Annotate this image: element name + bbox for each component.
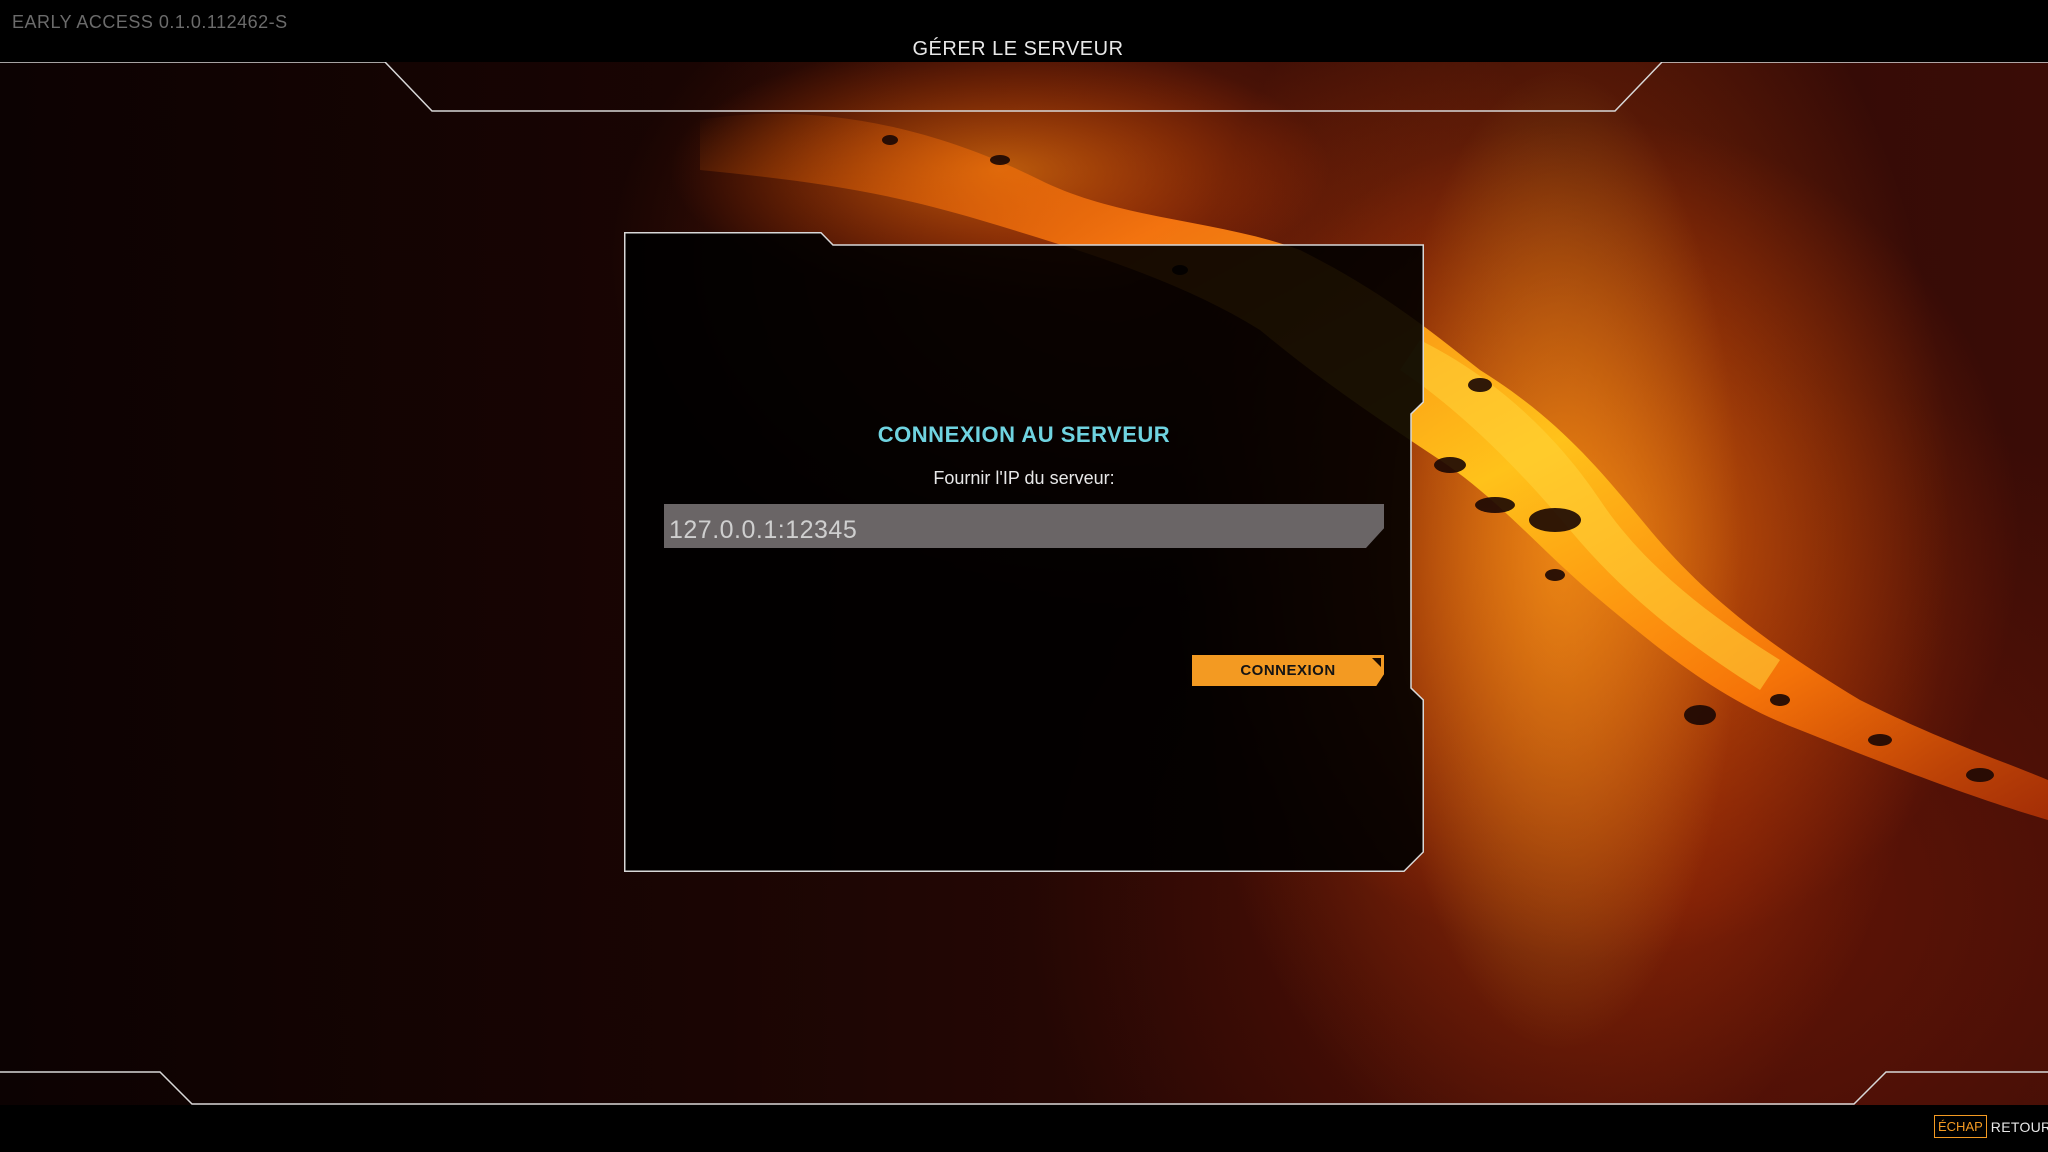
- corner-notch-icon: [1372, 658, 1381, 667]
- dialog-title: CONNEXION AU SERVEUR: [877, 422, 1171, 447]
- version-label: EARLY ACCESS 0.1.0.112462-S: [12, 12, 288, 32]
- ip-prompt-label: Fournir l'IP du serveur:: [933, 468, 1115, 488]
- server-ip-value: 127.0.0.1:12345: [669, 516, 858, 544]
- connect-dialog: [624, 232, 1424, 872]
- back-label: RETOUR: [1990, 1118, 2048, 1135]
- bottom-bar: [0, 1105, 2048, 1152]
- connect-button-label: CONNEXION: [1240, 662, 1336, 679]
- connect-button[interactable]: CONNEXION: [1192, 655, 1384, 686]
- game-screen: EARLY ACCESS 0.1.0.112462-S GÉRER LE SER…: [0, 0, 2048, 1152]
- server-ip-input[interactable]: 127.0.0.1:12345: [664, 504, 1384, 548]
- escape-key-badge: ÉCHAP: [1934, 1115, 1987, 1138]
- page-title: GÉRER LE SERVEUR: [912, 38, 1124, 60]
- back-button[interactable]: ÉCHAP RETOUR: [1934, 1115, 2048, 1138]
